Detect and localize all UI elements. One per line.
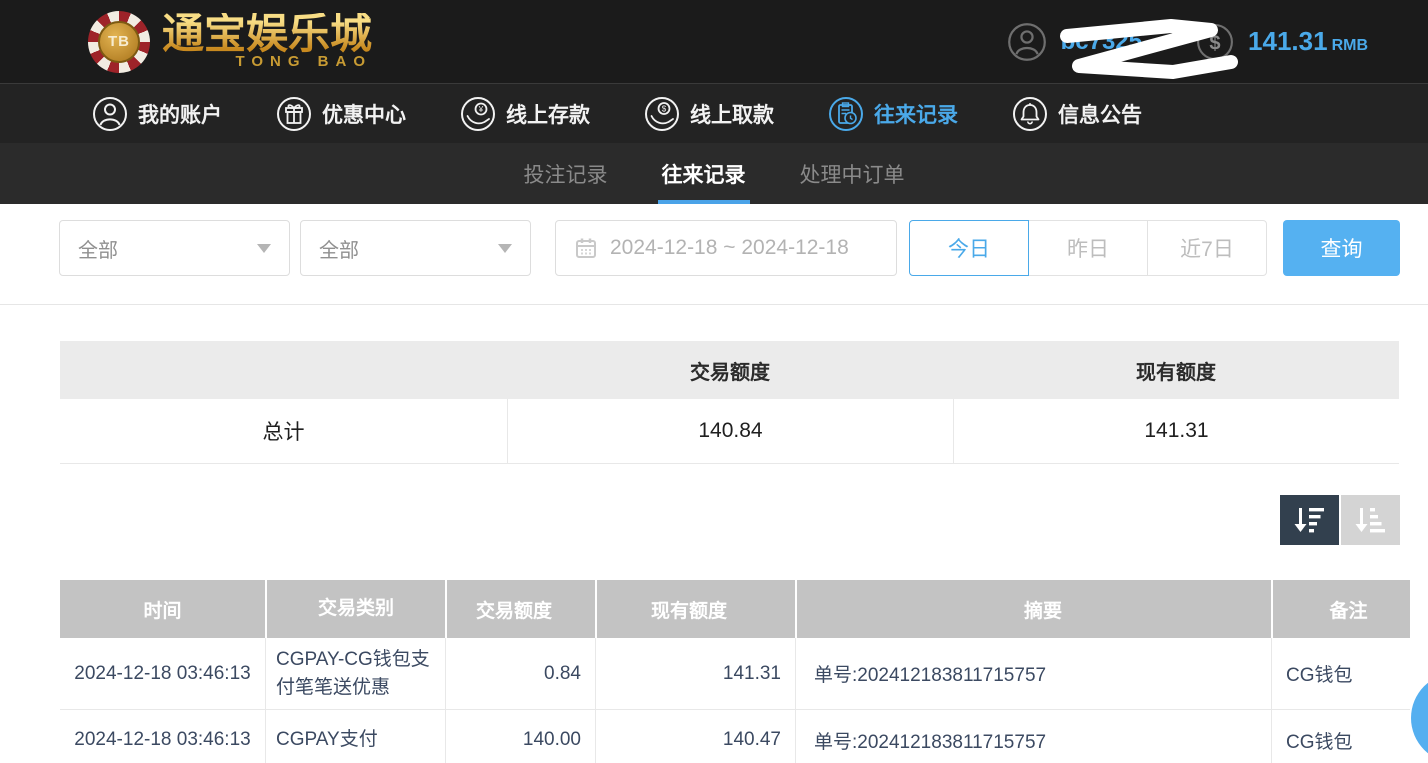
records-icon xyxy=(828,96,864,132)
cell-note: CG钱包 xyxy=(1271,638,1410,709)
summary-header-row: 交易额度 现有额度 xyxy=(60,341,1399,399)
main-nav: 我的账户 优惠中心 ¥ 线上存款 $ 线上取款 xyxy=(0,83,1428,143)
balance-amount: 141.31RMB xyxy=(1248,26,1368,57)
dollar-circle-icon: $ xyxy=(1196,23,1234,61)
nav-item-deposit[interactable]: ¥ 线上存款 xyxy=(460,96,590,132)
summary-header-transaction: 交易额度 xyxy=(507,356,953,385)
header-summary: 摘要 xyxy=(795,580,1271,638)
cell-summary: 单号:202412183811715757 xyxy=(795,710,1271,763)
svg-text:$: $ xyxy=(1209,32,1220,54)
sub-tab-bar: 投注记录 往来记录 处理中订单 xyxy=(0,143,1428,204)
sort-ascending-button[interactable] xyxy=(1341,495,1400,545)
nav-item-announcements[interactable]: 信息公告 xyxy=(1012,96,1142,132)
svg-text:$: $ xyxy=(662,104,667,113)
user-account[interactable]: bc7325 xyxy=(1007,22,1142,62)
brand-name-cn: 通宝娱乐城 xyxy=(162,13,372,55)
select-value: 全部 xyxy=(78,234,118,263)
summary-total-row: 总计 140.84 141.31 xyxy=(60,399,1399,464)
nav-label: 线上取款 xyxy=(690,99,774,129)
cell-available: 141.31 xyxy=(595,638,795,709)
deposit-icon: ¥ xyxy=(460,96,496,132)
header-amount: 交易额度 xyxy=(445,580,595,638)
username-text: bc7325 xyxy=(1061,28,1142,55)
gift-icon xyxy=(276,96,312,132)
type-select-2[interactable]: 全部 xyxy=(300,220,531,276)
cell-type: CGPAY-CG钱包支付笔笔送优惠 xyxy=(265,638,445,709)
summary-total-label: 总计 xyxy=(60,416,507,446)
nav-item-transaction-records[interactable]: 往来记录 xyxy=(828,96,958,132)
withdraw-icon: $ xyxy=(644,96,680,132)
chevron-down-icon xyxy=(498,244,512,253)
search-button[interactable]: 查询 xyxy=(1283,220,1400,276)
header-time: 时间 xyxy=(60,580,265,638)
table-row: 2024-12-18 03:46:13 CGPAY支付 140.00 140.4… xyxy=(60,710,1410,763)
nav-item-withdraw[interactable]: $ 线上取款 xyxy=(644,96,774,132)
nav-item-my-account[interactable]: 我的账户 xyxy=(92,96,222,132)
summary-available-total: 141.31 xyxy=(953,399,1399,463)
quick-date-group: 今日 昨日 近7日 xyxy=(909,220,1267,276)
balance-box[interactable]: $ 141.31RMB xyxy=(1196,23,1368,61)
cell-time: 2024-12-18 03:46:13 xyxy=(60,638,265,709)
header-type: 交易类别 xyxy=(265,580,445,638)
summary-header-available: 现有额度 xyxy=(953,356,1399,385)
filter-section: 全部 全部 2024-12-18 ~ 2024-12-18 今日 昨日 近7日 … xyxy=(0,204,1428,305)
header-available: 现有额度 xyxy=(595,580,795,638)
currency-label: RMB xyxy=(1332,37,1368,54)
date-range-value: 2024-12-18 ~ 2024-12-18 xyxy=(610,236,849,260)
cell-amount: 140.00 xyxy=(445,710,595,763)
chevron-down-icon xyxy=(257,244,271,253)
sort-descending-icon xyxy=(1291,504,1329,536)
records-table: 时间 交易类别 交易额度 现有额度 摘要 备注 2024-12-18 03:46… xyxy=(60,580,1410,763)
nav-item-promotions[interactable]: 优惠中心 xyxy=(276,96,406,132)
header-note: 备注 xyxy=(1271,580,1410,638)
select-value: 全部 xyxy=(319,234,359,263)
nav-label: 往来记录 xyxy=(874,99,958,129)
nav-label: 我的账户 xyxy=(138,99,222,129)
brand-logo[interactable]: TB 通宝娱乐城 TONG BAO xyxy=(88,11,372,73)
cell-amount: 0.84 xyxy=(445,638,595,709)
calendar-icon xyxy=(574,236,598,260)
nav-label: 线上存款 xyxy=(506,99,590,129)
sort-descending-button[interactable] xyxy=(1280,495,1339,545)
tab-betting-records[interactable]: 投注记录 xyxy=(520,143,612,204)
yesterday-button[interactable]: 昨日 xyxy=(1028,220,1148,276)
tab-transaction-records[interactable]: 往来记录 xyxy=(658,143,750,204)
cell-summary: 单号:202412183811715757 xyxy=(795,638,1271,709)
nav-label: 信息公告 xyxy=(1058,99,1142,129)
user-icon xyxy=(92,96,128,132)
poker-chip-icon: TB xyxy=(88,11,150,73)
type-select-1[interactable]: 全部 xyxy=(59,220,290,276)
top-header: TB 通宝娱乐城 TONG BAO bc7325 $ xyxy=(0,0,1428,83)
cell-time: 2024-12-18 03:46:13 xyxy=(60,710,265,763)
date-range-input[interactable]: 2024-12-18 ~ 2024-12-18 xyxy=(555,220,897,276)
sort-controls xyxy=(0,495,1400,545)
summary-table: 交易额度 现有额度 总计 140.84 141.31 xyxy=(60,341,1399,464)
tab-pending-orders[interactable]: 处理中订单 xyxy=(796,143,909,204)
table-header-row: 时间 交易类别 交易额度 现有额度 摘要 备注 xyxy=(60,580,1410,638)
summary-transaction-total: 140.84 xyxy=(507,399,953,463)
customer-service-float-button[interactable] xyxy=(1411,673,1428,763)
svg-text:¥: ¥ xyxy=(478,105,484,114)
chip-monogram: TB xyxy=(98,21,140,63)
cell-type: CGPAY支付 xyxy=(265,710,445,763)
today-button[interactable]: 今日 xyxy=(909,220,1029,276)
sort-ascending-icon xyxy=(1352,504,1390,536)
brand-name-en: TONG BAO xyxy=(162,53,372,70)
table-row: 2024-12-18 03:46:13 CGPAY-CG钱包支付笔笔送优惠 0.… xyxy=(60,638,1410,710)
nav-label: 优惠中心 xyxy=(322,99,406,129)
last7days-button[interactable]: 近7日 xyxy=(1147,220,1267,276)
cell-available: 140.47 xyxy=(595,710,795,763)
user-avatar-icon xyxy=(1007,22,1047,62)
cell-note: CG钱包 xyxy=(1271,710,1410,763)
bell-icon xyxy=(1012,96,1048,132)
